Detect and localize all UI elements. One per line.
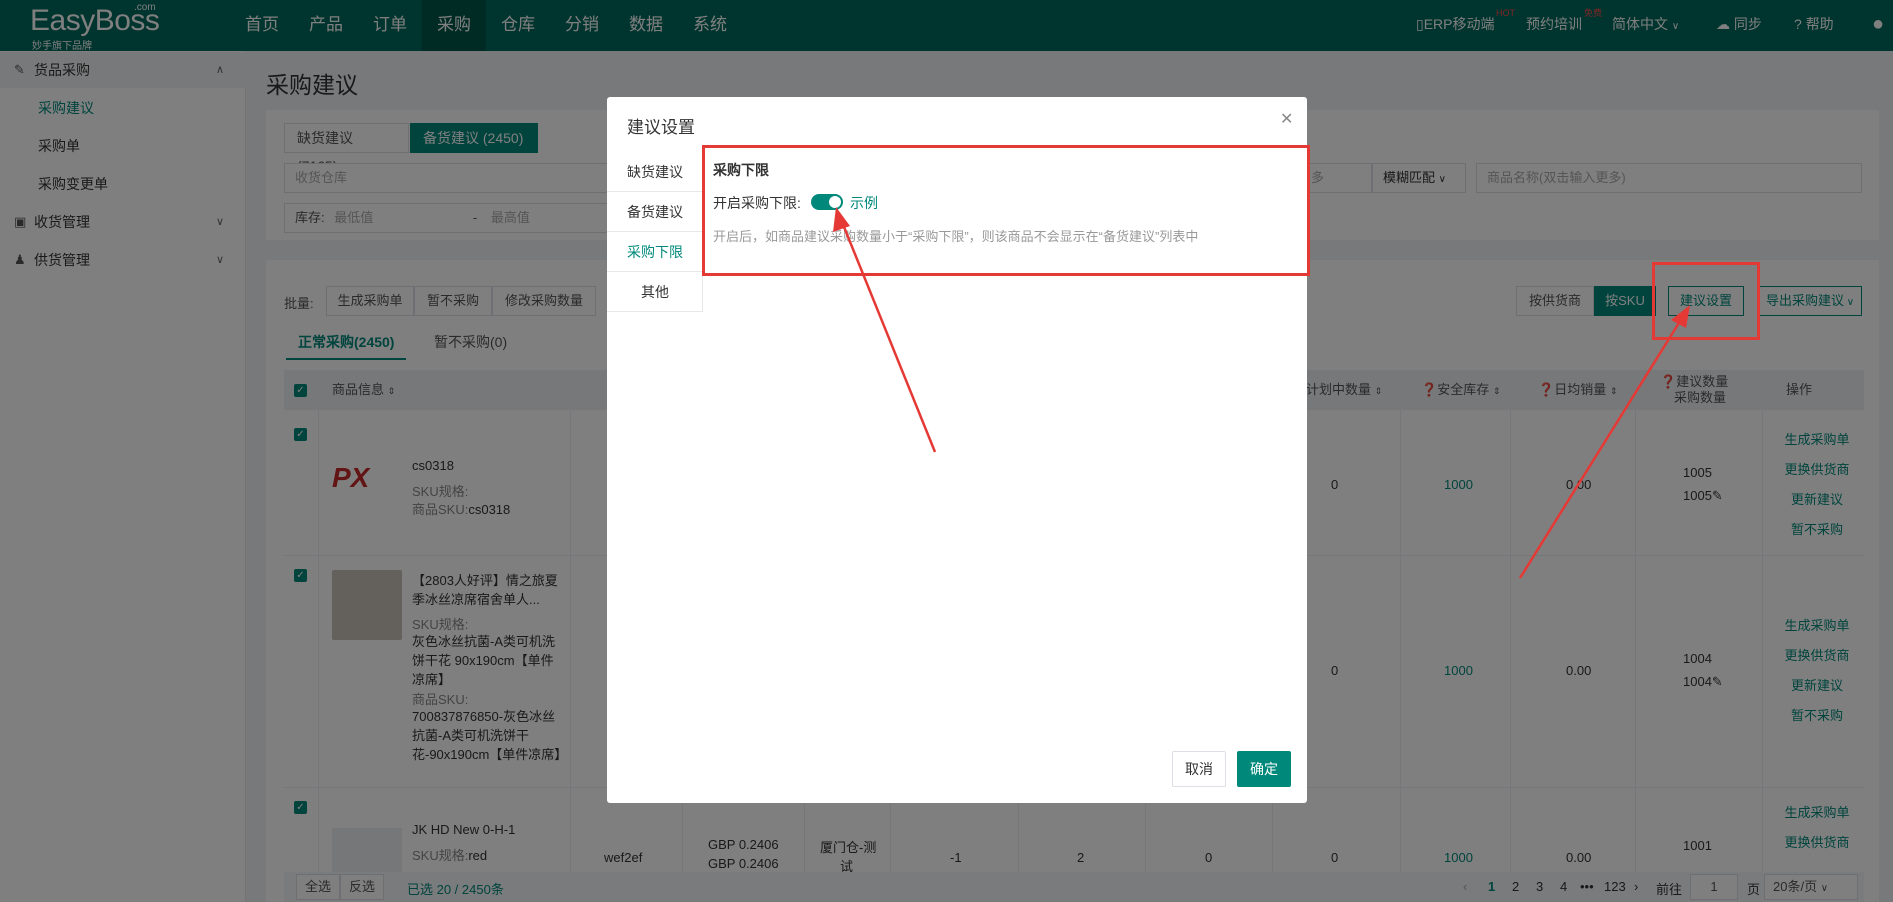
annotation-arrows	[833, 207, 1690, 579]
arrow-head-1	[833, 207, 850, 232]
arrow-line-2	[1518, 317, 1684, 579]
arrow-head-2	[1671, 305, 1690, 328]
arrow-line-1	[840, 221, 937, 453]
